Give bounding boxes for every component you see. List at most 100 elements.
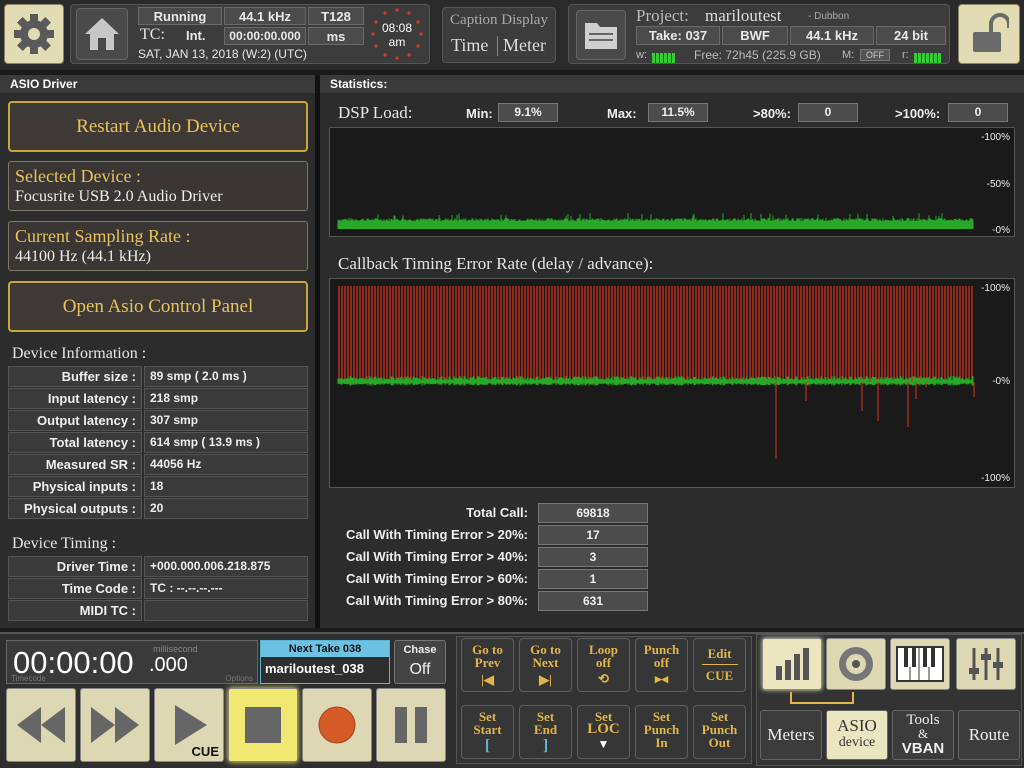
loop-button[interactable]: Loop off ⟲ xyxy=(577,638,630,692)
go-to-next-button[interactable]: Go to Next ▶| xyxy=(519,638,572,692)
info-label: Buffer size : xyxy=(8,366,142,387)
info-value: 18 xyxy=(144,476,308,497)
timing-value xyxy=(144,600,308,621)
open-asio-control-panel-button[interactable]: Open Asio Control Panel xyxy=(8,281,308,332)
take-number: Take: 037 xyxy=(636,26,720,45)
timing-value: +000.000.006.218.875 xyxy=(144,556,308,577)
error-80-value: 631 xyxy=(538,591,648,611)
info-value: 44056 Hz xyxy=(144,454,308,475)
asio-driver-header: ASIO Driver xyxy=(0,75,315,93)
counter-options-label[interactable]: Options xyxy=(225,674,253,683)
bit-depth: 24 bit xyxy=(876,26,946,45)
button-line: CUE xyxy=(705,668,734,683)
clock: 08:08 am xyxy=(370,7,424,61)
dsp-over80-value: 0 xyxy=(798,103,858,122)
error-40-label: Call With Timing Error > 40%: xyxy=(345,549,528,564)
button-line: LOC xyxy=(587,721,620,737)
button-line: In xyxy=(655,735,668,750)
record-button[interactable] xyxy=(302,688,372,762)
set-punch-in-button[interactable]: Set Punch In xyxy=(635,705,688,759)
disc-icon xyxy=(839,647,873,681)
lock-button[interactable] xyxy=(958,4,1020,64)
punch-icon: ▸◂ xyxy=(654,671,669,686)
info-label: Input latency : xyxy=(8,388,142,409)
loop-icon: ⟲ xyxy=(598,671,609,686)
set-start-icon: [ xyxy=(484,737,491,754)
project-folder-button[interactable] xyxy=(576,10,626,60)
project-sub: - Dubbon xyxy=(808,11,850,22)
caption-time[interactable]: Time xyxy=(451,35,488,56)
main-counter[interactable]: 00:00:00 .000 millisecond Timecode Optio… xyxy=(6,640,258,684)
dsp-over100-value: 0 xyxy=(948,103,1008,122)
info-value: 307 smp xyxy=(144,410,308,431)
sampling-rate-box: Current Sampling Rate : 44100 Hz (44.1 k… xyxy=(8,221,308,271)
info-label: Total latency : xyxy=(8,432,142,453)
asio-view-button[interactable] xyxy=(826,638,886,690)
edit-divider xyxy=(701,664,738,665)
button-line: Out xyxy=(708,735,731,750)
chase-toggle[interactable]: Chase Off xyxy=(394,640,446,684)
device-timing-title: Device Timing : xyxy=(12,535,117,552)
keyboard-view-button[interactable] xyxy=(890,638,950,690)
set-end-button[interactable]: Set End ] xyxy=(519,705,572,759)
tc-mode: Int. xyxy=(186,28,206,43)
caption-divider xyxy=(497,36,498,56)
restart-audio-device-button[interactable]: Restart Audio Device xyxy=(8,101,308,152)
caption-meter[interactable]: Meter xyxy=(503,35,546,56)
edit-cue-button[interactable]: Edit CUE xyxy=(693,638,746,692)
project-label: Project: xyxy=(636,6,689,25)
set-start-button[interactable]: Set Start [ xyxy=(461,705,514,759)
file-format: BWF xyxy=(722,26,788,45)
asio-device-mode-button[interactable]: ASIO device xyxy=(826,710,888,760)
error-20-label: Call With Timing Error > 20%: xyxy=(345,527,528,542)
mixer-view-button[interactable] xyxy=(956,638,1016,690)
info-label: Measured SR : xyxy=(8,454,142,475)
chase-value: Off xyxy=(409,661,431,678)
caption-display[interactable]: Caption Display Time Meter xyxy=(442,7,556,63)
timing-label: Driver Time : xyxy=(8,556,142,577)
punch-button[interactable]: Punch off ▸◂ xyxy=(635,638,688,692)
error-80-label: Call With Timing Error > 80%: xyxy=(345,593,528,608)
stop-button[interactable] xyxy=(228,688,298,762)
next-take-box[interactable]: Next Take 038 mariloutest_038 xyxy=(260,640,390,684)
tempo-display[interactable]: T128 xyxy=(308,7,364,25)
home-button[interactable] xyxy=(76,8,128,60)
fast-forward-button[interactable] xyxy=(80,688,150,762)
callback-tick: -100% xyxy=(981,283,1010,294)
header-timecode: 00:00:00.000 xyxy=(224,27,306,45)
button-line: Next xyxy=(532,655,559,670)
rewind-button[interactable] xyxy=(6,688,76,762)
tools-line3: VBAN xyxy=(901,740,945,757)
statistics-header: Statistics: xyxy=(320,75,1024,93)
next-icon: ▶| xyxy=(539,672,552,687)
dsp-max-label: Max: xyxy=(607,106,637,121)
info-label: Physical outputs : xyxy=(8,498,142,519)
button-line: Start xyxy=(473,722,502,737)
date-line: SAT, JAN 13, 2018 (W:2) (UTC) xyxy=(138,47,307,61)
go-to-prev-button[interactable]: Go to Prev |◀ xyxy=(461,638,514,692)
set-punch-out-button[interactable]: Set Punch Out xyxy=(693,705,746,759)
asio-device-line2: device xyxy=(838,735,876,750)
monitor-toggle[interactable]: OFF xyxy=(860,49,890,61)
button-line: off xyxy=(595,655,612,670)
caption-display-title: Caption Display xyxy=(450,12,548,28)
tools-vban-mode-button[interactable]: Tools & VBAN xyxy=(892,710,954,760)
pause-button[interactable] xyxy=(376,688,446,762)
meters-mode-button[interactable]: Meters xyxy=(760,710,822,760)
asio-device-line1: ASIO xyxy=(837,716,877,735)
write-label: w: xyxy=(636,49,647,61)
dsp-min-value: 9.1% xyxy=(498,103,558,122)
settings-button[interactable] xyxy=(4,4,64,64)
route-mode-button[interactable]: Route xyxy=(958,710,1020,760)
mixer-sliders-icon xyxy=(969,648,1003,680)
next-take-name: mariloutest_038 xyxy=(265,661,364,676)
folder-icon xyxy=(585,23,617,49)
callback-error-title: Callback Timing Error Rate (delay / adva… xyxy=(338,254,654,273)
selected-device-title: Selected Device : xyxy=(15,166,141,186)
set-loc-button[interactable]: Set LOC ▼ xyxy=(577,705,630,759)
play-button[interactable]: CUE xyxy=(154,688,224,762)
piano-keys-icon xyxy=(896,646,944,682)
chase-label: Chase xyxy=(403,644,437,656)
meters-view-button[interactable] xyxy=(762,638,822,690)
total-call-label: Total Call: xyxy=(466,505,528,520)
